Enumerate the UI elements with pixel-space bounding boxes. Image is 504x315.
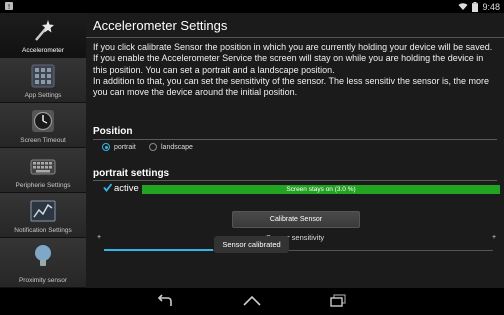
radio-dot: [102, 143, 110, 151]
radio-label: portrait: [114, 143, 136, 151]
sidebar-item-peripherie-settings[interactable]: Peripherie Settings: [0, 148, 86, 193]
description: If you click calibrate Sensor the positi…: [93, 42, 499, 98]
magic-wand-icon: [35, 20, 54, 41]
progress-text: Screen stays on (3.0 %): [286, 186, 356, 193]
navigation-bar: [0, 288, 504, 315]
calibrate-sensor-button[interactable]: Calibrate Sensor: [232, 211, 360, 228]
portrait-settings-divider: [93, 180, 497, 181]
sidebar-item-proximity-sensor[interactable]: Proximity sensor: [0, 238, 86, 288]
sidebar-item-label: App Settings: [24, 92, 62, 99]
keyboard-icon: [30, 159, 56, 175]
active-checkbox[interactable]: [103, 183, 112, 192]
home-icon[interactable]: [243, 294, 261, 308]
sidebar: Accelerometer App Settings Screen Timeou…: [0, 13, 86, 288]
sidebar-item-label: Peripherie Settings: [15, 182, 71, 189]
position-divider: [93, 139, 497, 140]
sidebar-item-label: Accelerometer: [22, 47, 64, 54]
portrait-settings-heading: portrait settings: [93, 168, 170, 179]
sidebar-item-screen-timeout[interactable]: Screen Timeout: [0, 103, 86, 148]
main-content: Accelerometer Settings If you click cali…: [86, 13, 504, 288]
sidebar-item-accelerometer[interactable]: Accelerometer: [0, 13, 86, 58]
app-grid-icon: [31, 64, 55, 88]
description-paragraph: If you enable the Accelerometer Service …: [93, 53, 484, 75]
active-label: active: [114, 183, 139, 194]
chart-icon: [30, 200, 56, 222]
sidebar-item-label: Proximity sensor: [18, 277, 68, 284]
sidebar-item-label: Notification Settings: [14, 227, 72, 234]
sidebar-item-notification-settings[interactable]: Notification Settings: [0, 193, 86, 238]
page-title: Accelerometer Settings: [93, 18, 228, 33]
toast-message: Sensor calibrated: [214, 236, 289, 253]
clock-icon: [32, 110, 54, 132]
notification-icon: !: [5, 2, 13, 11]
sidebar-item-label: Screen Timeout: [20, 137, 66, 144]
clock-time: 9:48: [482, 1, 500, 12]
position-heading: Position: [93, 126, 133, 137]
radio-dot: [149, 143, 157, 151]
wifi-icon: [458, 3, 468, 11]
description-paragraph: In addition to that, you can set the sen…: [93, 75, 490, 98]
radio-label: landscape: [161, 143, 193, 151]
app-window: Accelerometer App Settings Screen Timeou…: [0, 13, 504, 288]
sensitivity-label: Sensor sensitivity: [265, 233, 325, 242]
lightbulb-icon: [35, 245, 51, 266]
back-icon[interactable]: [156, 294, 174, 308]
screen-on-progress: Screen stays on (3.0 %): [142, 185, 500, 194]
description-paragraph: If you click calibrate Sensor the positi…: [93, 42, 493, 52]
radio-portrait[interactable]: portrait: [102, 143, 136, 151]
status-bar: ! 9:48: [0, 0, 504, 13]
recent-apps-icon[interactable]: [329, 294, 347, 308]
radio-landscape[interactable]: landscape: [149, 143, 193, 151]
battery-icon: [472, 1, 479, 12]
title-divider: [86, 37, 504, 38]
sidebar-item-app-settings[interactable]: App Settings: [0, 58, 86, 103]
sensitivity-slider-fill[interactable]: [104, 249, 213, 251]
svg-text:!: !: [8, 3, 11, 11]
